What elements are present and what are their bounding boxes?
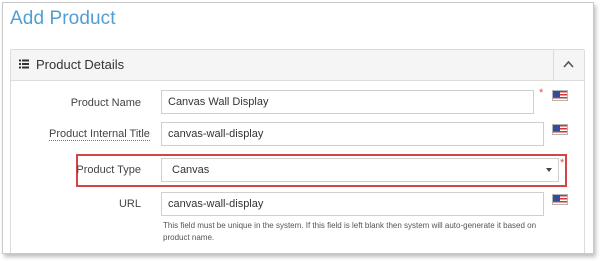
panel-header: Product Details [11, 50, 584, 81]
product-name-us-flag-icon[interactable] [552, 90, 568, 101]
product-name-label: Product Name [70, 97, 141, 109]
chevron-up-icon [563, 60, 574, 68]
url-input[interactable]: canvas-wall-display [161, 192, 544, 216]
internal-title-us-flag-icon[interactable] [552, 124, 568, 135]
product-name-required-marker: * [539, 87, 544, 99]
screenshot-frame: Add Product Product Details Product Name… [2, 2, 594, 254]
product-name-input[interactable]: Canvas Wall Display [161, 90, 534, 114]
collapse-button[interactable] [553, 50, 584, 80]
product-type-select[interactable]: Canvas [161, 158, 559, 182]
product-type-label: Product Type [76, 164, 141, 176]
caret-down-icon [546, 168, 552, 172]
list-icon [19, 59, 29, 69]
url-help-text: This field must be unique in the system.… [163, 221, 537, 242]
internal-title-input[interactable]: canvas-wall-display [161, 122, 544, 146]
product-type-required-marker: * [560, 157, 565, 169]
internal-title-label: Product Internal Title [49, 128, 150, 141]
url-label: URL [118, 198, 141, 210]
product-type-selected-value: Canvas [172, 164, 210, 176]
url-us-flag-icon[interactable] [552, 194, 568, 205]
page-title: Add Product [10, 8, 116, 29]
panel-title: Product Details [36, 57, 125, 72]
